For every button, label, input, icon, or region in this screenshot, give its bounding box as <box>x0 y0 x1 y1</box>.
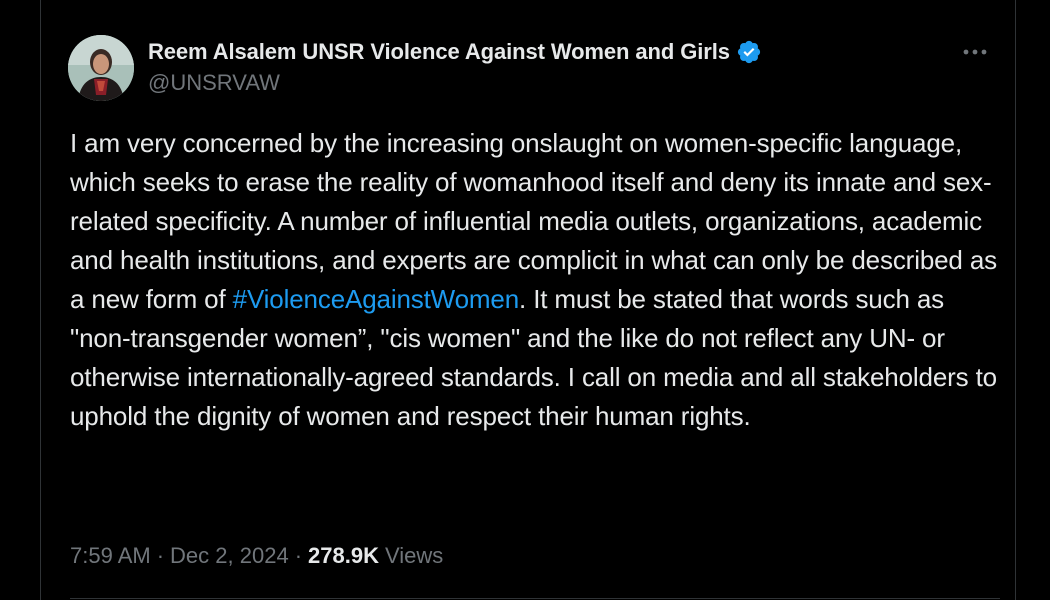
verified-badge-icon[interactable] <box>736 39 762 65</box>
author-handle[interactable]: @UNSRVAW <box>148 70 280 96</box>
bottom-divider <box>70 598 1000 599</box>
views-label[interactable]: Views <box>385 543 443 569</box>
avatar[interactable] <box>68 35 134 101</box>
hashtag-link[interactable]: #ViolenceAgainstWomen <box>233 284 520 314</box>
avatar-image <box>68 35 134 101</box>
more-horizontal-icon <box>963 49 987 55</box>
tweet-meta-row: 7:59 AM · Dec 2, 2024 · 278.9K Views <box>70 540 443 572</box>
meta-separator: · <box>156 543 165 568</box>
column-border-left <box>40 0 41 600</box>
tweet-time[interactable]: 7:59 AM <box>70 543 151 569</box>
tweet-text: I am very concerned by the increasing on… <box>70 124 1000 436</box>
meta-separator: · <box>294 543 303 568</box>
more-options-button[interactable] <box>958 40 992 64</box>
tweet-date[interactable]: Dec 2, 2024 <box>170 543 289 569</box>
view-count[interactable]: 278.9K <box>308 543 379 569</box>
column-border-right <box>1015 0 1016 600</box>
author-name[interactable]: Reem Alsalem UNSR Violence Against Women… <box>148 39 730 65</box>
author-name-row[interactable]: Reem Alsalem UNSR Violence Against Women… <box>148 36 762 68</box>
